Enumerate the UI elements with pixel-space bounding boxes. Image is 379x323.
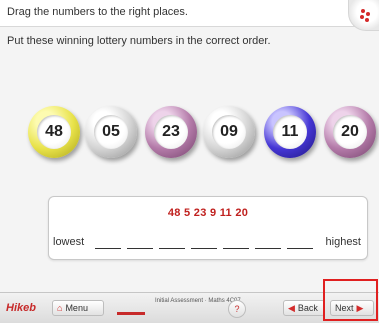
- instruction-text: Put these winning lottery numbers in the…: [7, 35, 271, 47]
- drop-slot[interactable]: [223, 247, 249, 249]
- ball-number: 23: [154, 115, 188, 149]
- lottery-ball[interactable]: 09: [203, 106, 255, 158]
- ball-number: 11: [273, 115, 307, 149]
- drop-slot[interactable]: [191, 247, 217, 249]
- assessment-title: Initial Assessment · Maths 4C07: [155, 298, 241, 304]
- drop-slot[interactable]: [159, 247, 185, 249]
- menu-button[interactable]: ⌂ Menu: [52, 300, 104, 316]
- lowest-label: lowest: [53, 236, 85, 248]
- back-button-label: Back: [297, 303, 318, 313]
- page-title: Drag the numbers to the right places.: [7, 6, 188, 18]
- back-button[interactable]: ◀ Back: [283, 300, 325, 316]
- logo-icon: [348, 0, 379, 31]
- ball-number: 20: [333, 115, 367, 149]
- ball-row: 48 05 23 09 11 20: [0, 92, 379, 172]
- ball-number: 05: [94, 115, 128, 149]
- title-bar: Drag the numbers to the right places.: [0, 0, 379, 31]
- house-icon: ⌂: [57, 303, 63, 313]
- brand-logo: Hikeb: [6, 302, 36, 314]
- lottery-ball[interactable]: 23: [145, 106, 197, 158]
- ball-number: 09: [212, 115, 246, 149]
- highest-label: highest: [325, 236, 361, 248]
- lottery-ball[interactable]: 11: [264, 106, 316, 158]
- lesson-window: Drag the numbers to the right places. Pu…: [0, 0, 379, 323]
- progress-bar: [117, 312, 145, 315]
- lottery-ball[interactable]: 48: [28, 106, 80, 158]
- lottery-ball[interactable]: 20: [324, 106, 376, 158]
- drop-slot[interactable]: [287, 247, 313, 249]
- drop-slot[interactable]: [95, 247, 121, 249]
- left-arrow-icon: ◀: [288, 302, 295, 313]
- drop-slot[interactable]: [255, 247, 281, 249]
- next-highlight-box: [323, 279, 378, 321]
- drop-slot[interactable]: [127, 247, 153, 249]
- number-sequence: 48 5 23 9 11 20: [167, 207, 249, 219]
- answer-panel: 48 5 23 9 11 20 lowest highest: [48, 196, 368, 260]
- menu-button-label: Menu: [65, 303, 88, 313]
- ball-number: 48: [37, 115, 71, 149]
- lottery-ball[interactable]: 05: [85, 106, 137, 158]
- help-circle-icon[interactable]: ?: [228, 300, 246, 318]
